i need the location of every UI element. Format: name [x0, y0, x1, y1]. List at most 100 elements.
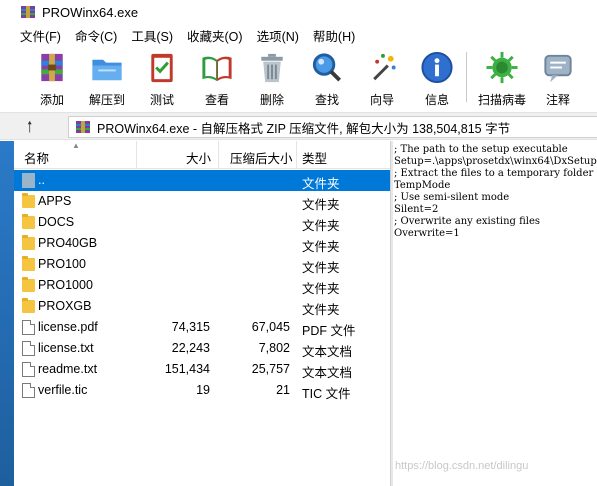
file-name: license.pdf — [38, 320, 98, 334]
file-name: PROXGB — [38, 299, 92, 313]
column-size[interactable]: 大小 — [186, 148, 211, 167]
file-row[interactable]: APPS 文件夹 — [14, 191, 390, 212]
title-bar: PROWinx64.exe — [0, 0, 597, 24]
file-row[interactable]: DOCS 文件夹 — [14, 212, 390, 233]
file-row[interactable]: PRO40GB 文件夹 — [14, 233, 390, 254]
file-name: .. — [38, 173, 45, 187]
window-title: PROWinx64.exe — [42, 4, 139, 20]
comment-button[interactable]: 注释 — [530, 48, 586, 108]
comment-line: TempMode — [394, 180, 451, 191]
text-file-icon — [22, 362, 35, 377]
column-name[interactable]: 名称 — [24, 148, 49, 167]
test-button[interactable]: 测试 — [134, 48, 190, 108]
comment-line: ; The path to the setup executable — [394, 144, 568, 155]
add-label: 添加 — [39, 93, 64, 107]
file-name: PRO40GB — [38, 236, 98, 250]
file-name: APPS — [38, 194, 72, 208]
column-divider[interactable] — [296, 141, 297, 169]
column-packed[interactable]: 压缩后大小 — [230, 148, 293, 167]
virus-scan-button[interactable]: 扫描病毒 — [474, 48, 530, 108]
folder-icon — [22, 256, 35, 271]
menu-favorites[interactable]: 收藏夹(O) — [187, 26, 243, 45]
file-row-up[interactable]: .. 文件夹 — [14, 170, 390, 191]
file-packed-size: 7,802 — [258, 341, 290, 355]
file-list: ▲ 名称 大小 压缩后大小 类型 .. 文件夹 APPS 文件夹 DOCS 文件… — [14, 141, 390, 486]
column-divider[interactable] — [218, 141, 219, 169]
file-type: PDF 文件 — [302, 324, 356, 338]
delete-label: 删除 — [259, 93, 284, 107]
text-file-icon — [22, 341, 35, 356]
rar-archive-icon — [41, 53, 63, 82]
wizard-wand-icon — [373, 53, 396, 81]
file-name: PRO1000 — [38, 278, 93, 292]
view-button[interactable]: 查看 — [189, 48, 245, 108]
file-type: 文件夹 — [302, 177, 340, 191]
file-type: 文件夹 — [302, 198, 340, 212]
delete-button[interactable]: 删除 — [244, 48, 300, 108]
folder-icon — [22, 277, 35, 292]
trash-icon — [261, 53, 283, 83]
file-packed-size: 25,757 — [251, 362, 290, 376]
file-type: 文件夹 — [302, 282, 340, 296]
test-clipboard-icon — [151, 53, 173, 83]
comment-line: Silent=2 — [394, 204, 439, 215]
add-button[interactable]: 添加 — [24, 48, 80, 108]
file-row[interactable]: PRO1000 文件夹 — [14, 275, 390, 296]
column-type[interactable]: 类型 — [302, 148, 327, 167]
file-row[interactable]: PRO100 文件夹 — [14, 254, 390, 275]
file-type: 文本文档 — [302, 345, 353, 359]
find-label: 查找 — [314, 93, 339, 107]
file-type: 文件夹 — [302, 219, 340, 233]
wizard-button[interactable]: 向导 — [354, 48, 410, 108]
folder-icon — [22, 298, 35, 313]
comment-line: Setup=.\apps\prosetdx\winx64\DxSetup.exe — [394, 156, 597, 167]
generic-file-icon — [22, 383, 35, 398]
info-button[interactable]: 信息 — [409, 48, 465, 108]
file-size: 19 — [196, 383, 210, 397]
winrar-app-icon — [20, 4, 36, 20]
address-bar: 🠑 PROWinx64.exe - 自解压格式 ZIP 压缩文件, 解包大小为 … — [0, 112, 597, 140]
menu-options[interactable]: 选项(N) — [257, 26, 299, 45]
file-row[interactable]: verfile.tic 19 21 TIC 文件 — [14, 380, 390, 401]
find-button[interactable]: 查找 — [299, 48, 355, 108]
file-name: readme.txt — [38, 362, 98, 376]
comment-line: ; Overwrite any existing files — [394, 216, 541, 227]
info-icon — [421, 51, 453, 84]
book-view-icon — [202, 56, 232, 82]
archive-path-text: PROWinx64.exe - 自解压格式 ZIP 压缩文件, 解包大小为 13… — [97, 121, 511, 136]
virus-scan-icon — [486, 51, 518, 84]
column-divider[interactable] — [136, 141, 137, 169]
sort-arrow-icon: ▲ — [72, 141, 80, 150]
extract-to-button[interactable]: 解压到 — [79, 48, 135, 108]
file-row[interactable]: license.txt 22,243 7,802 文本文档 — [14, 338, 390, 359]
file-type: 文件夹 — [302, 240, 340, 254]
pdf-file-icon — [22, 320, 35, 335]
menu-file[interactable]: 文件(F) — [20, 26, 61, 45]
desktop-edge — [0, 141, 14, 486]
archive-path-box[interactable]: PROWinx64.exe - 自解压格式 ZIP 压缩文件, 解包大小为 13… — [68, 116, 597, 138]
menu-help[interactable]: 帮助(H) — [313, 26, 355, 45]
file-name: license.txt — [38, 341, 94, 355]
file-row[interactable]: PROXGB 文件夹 — [14, 296, 390, 317]
view-label: 查看 — [204, 93, 229, 107]
menu-tools[interactable]: 工具(S) — [131, 26, 173, 45]
up-arrow-icon[interactable]: 🠑 — [27, 117, 32, 142]
file-size: 151,434 — [164, 362, 210, 376]
magnifier-icon — [312, 53, 342, 82]
comment-icon — [544, 54, 572, 83]
menu-commands[interactable]: 命令(C) — [75, 26, 117, 45]
file-row[interactable]: readme.txt 151,434 25,757 文本文档 — [14, 359, 390, 380]
info-label: 信息 — [424, 93, 449, 107]
file-name: verfile.tic — [38, 383, 88, 397]
comment-label: 注释 — [545, 93, 570, 107]
watermark: https://blog.csdn.net/dilingu — [395, 460, 529, 472]
folder-icon — [22, 235, 35, 250]
comment-line: Overwrite=1 — [394, 228, 460, 239]
file-name: PRO100 — [38, 257, 86, 271]
file-row[interactable]: license.pdf 74,315 67,045 PDF 文件 — [14, 317, 390, 338]
file-size: 74,315 — [171, 320, 210, 334]
archive-comment-pane: ; The path to the setup executable Setup… — [393, 141, 597, 486]
extract-to-label: 解压到 — [88, 93, 125, 107]
comment-line: ; Extract the files to a temporary folde… — [394, 168, 594, 179]
file-type: 文本文档 — [302, 366, 353, 380]
